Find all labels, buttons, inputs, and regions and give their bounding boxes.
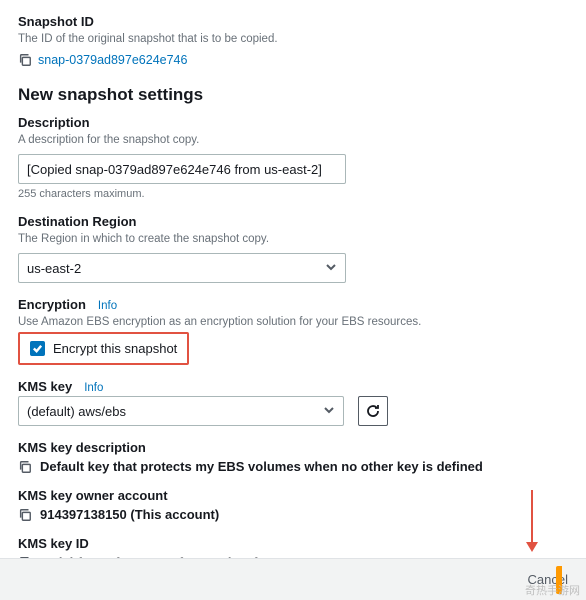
kms-key-owner-value: 914397138150 (This account) — [40, 507, 219, 522]
description-input[interactable] — [18, 154, 346, 184]
destination-region-section: Destination Region The Region in which t… — [18, 214, 568, 283]
snapshot-id-link[interactable]: snap-0379ad897e624e746 — [38, 53, 187, 67]
description-label: Description — [18, 115, 568, 130]
encrypt-checkbox-label: Encrypt this snapshot — [53, 341, 177, 356]
description-help: A description for the snapshot copy. — [18, 132, 568, 148]
kms-key-description-value: Default key that protects my EBS volumes… — [40, 459, 483, 474]
encrypt-checkbox[interactable] — [30, 341, 45, 356]
encrypt-checkbox-highlight: Encrypt this snapshot — [18, 332, 189, 365]
encryption-info-link[interactable]: Info — [98, 300, 117, 312]
kms-key-id-label: KMS key ID — [18, 536, 568, 551]
encryption-label: Encryption — [18, 297, 86, 312]
snapshot-id-label: Snapshot ID — [18, 14, 568, 29]
description-note: 255 characters maximum. — [18, 188, 568, 200]
new-snapshot-settings-heading: New snapshot settings — [18, 85, 568, 105]
description-section: Description A description for the snapsh… — [18, 115, 568, 200]
destination-region-value: us-east-2 — [27, 261, 81, 276]
kms-key-owner-label: KMS key owner account — [18, 488, 568, 503]
snapshot-id-help: The ID of the original snapshot that is … — [18, 31, 568, 47]
chevron-down-icon — [323, 404, 335, 419]
dialog-footer: Cancel 奇热手游网 — [0, 558, 586, 600]
snapshot-id-section: Snapshot ID The ID of the original snaps… — [18, 14, 568, 67]
kms-key-info-link[interactable]: Info — [84, 382, 103, 394]
refresh-kms-keys-button[interactable] — [358, 396, 388, 426]
kms-key-label: KMS key — [18, 379, 72, 394]
kms-key-value: (default) aws/ebs — [27, 404, 126, 419]
destination-region-label: Destination Region — [18, 214, 568, 229]
copy-icon[interactable] — [18, 460, 32, 474]
encryption-help: Use Amazon EBS encryption as an encrypti… — [18, 314, 568, 330]
kms-key-owner-section: KMS key owner account 914397138150 (This… — [18, 488, 568, 522]
kms-key-section: KMS key Info (default) aws/ebs — [18, 379, 568, 426]
destination-region-select[interactable]: us-east-2 — [18, 253, 346, 283]
destination-region-help: The Region in which to create the snapsh… — [18, 231, 568, 247]
kms-key-description-section: KMS key description Default key that pro… — [18, 440, 568, 474]
kms-key-description-label: KMS key description — [18, 440, 568, 455]
chevron-down-icon — [325, 261, 337, 276]
primary-button-partial[interactable] — [556, 566, 562, 594]
copy-icon[interactable] — [18, 53, 32, 67]
kms-key-select[interactable]: (default) aws/ebs — [18, 396, 344, 426]
copy-icon[interactable] — [18, 508, 32, 522]
encryption-section: Encryption Info Use Amazon EBS encryptio… — [18, 297, 568, 365]
